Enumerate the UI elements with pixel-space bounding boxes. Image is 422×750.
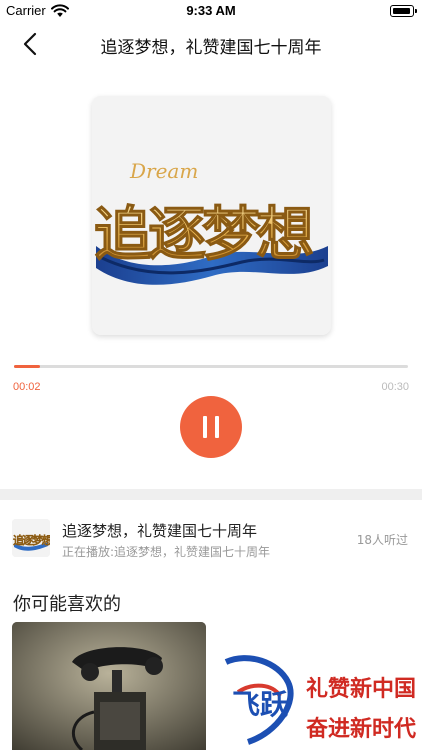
clock: 9:33 AM [186,3,236,18]
pause-icon-bar-right [215,416,219,438]
dream-cover-artwork: Dream 追逐梦想 [92,96,331,335]
status-bar: Carrier 9:33 AM [0,0,422,22]
poster-icon-text: 飞跃 [232,688,289,721]
poster-line-2: 奋进新时代 [305,716,416,742]
new-china-poster-image: 飞跃 礼赞新中国 奋进新时代 [218,622,422,750]
navigation-bar: 追逐梦想，礼赞建国七十周年 [0,22,422,66]
recommend-heading: 你可能喜欢的 [13,594,121,615]
progress-fill [14,365,41,368]
now-playing-row[interactable]: 追逐梦想 追逐梦想，礼赞建国七十周年 正在播放:追逐梦想，礼赞建国七十周年 18… [0,500,422,578]
now-playing-subtitle: 正在播放:追逐梦想，礼赞建国七十周年 [62,545,271,559]
recommend-card-new-china[interactable]: 飞跃 礼赞新中国 奋进新时代 [218,622,422,750]
pause-icon-bar-left [203,416,207,438]
vintage-telephone-image [12,622,206,750]
elapsed-time: 00:02 [13,381,41,393]
now-playing-thumbnail: 追逐梦想 [12,519,50,557]
now-playing-title: 追逐梦想，礼赞建国七十周年 [62,522,258,540]
thumbnail-text: 追逐梦想 [13,533,50,547]
section-divider [0,489,422,500]
cover-script-text: Dream [129,159,198,183]
dream-thumbnail-icon: 追逐梦想 [12,519,50,557]
cover-main-text: 追逐梦想 [94,200,313,268]
listen-count: 18人听过 [356,533,408,547]
progress-slider[interactable] [14,365,408,368]
recommend-card-telephone[interactable] [12,622,206,750]
total-time: 00:30 [381,381,409,393]
poster-line-1: 礼赞新中国 [306,676,416,702]
battery-icon [390,5,417,17]
page-title: 追逐梦想，礼赞建国七十周年 [100,38,322,58]
album-cover: Dream 追逐梦想 [92,96,331,335]
pause-button[interactable] [180,396,242,458]
